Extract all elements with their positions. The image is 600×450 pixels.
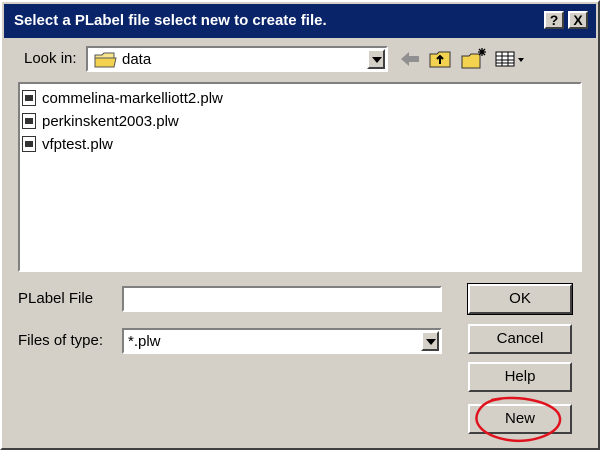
ok-button[interactable]: OK	[467, 283, 573, 315]
files-of-type-dropdown[interactable]: *.plw	[122, 328, 442, 354]
files-of-type-value: *.plw	[128, 333, 161, 350]
close-button[interactable]: X	[568, 11, 588, 29]
title-bar[interactable]: Select a PLabel file select new to creat…	[4, 4, 596, 38]
plabel-file-label: PLabel File	[18, 290, 94, 307]
look-in-value: data	[122, 51, 152, 68]
file-name: commelina-markelliott2.plw	[42, 90, 223, 107]
view-menu-icon[interactable]	[494, 46, 530, 72]
look-in-label: Look in:	[24, 50, 77, 67]
plabel-file-input[interactable]	[122, 286, 442, 312]
files-of-type-label: Files of type:	[18, 332, 104, 349]
file-name: perkinskent2003.plw	[42, 113, 179, 130]
file-list[interactable]: commelina-markelliott2.plw perkinskent20…	[18, 82, 582, 272]
plw-file-icon	[22, 136, 36, 152]
list-item[interactable]: vfptest.plw	[22, 136, 113, 156]
up-folder-icon[interactable]	[428, 46, 454, 72]
highlight-ellipse	[475, 396, 562, 443]
new-folder-icon[interactable]	[460, 46, 488, 72]
help-title-button[interactable]: ?	[544, 11, 564, 29]
plw-file-icon	[22, 90, 36, 106]
chevron-down-icon[interactable]	[421, 331, 439, 351]
cancel-button[interactable]: Cancel	[468, 324, 572, 354]
list-item[interactable]: perkinskent2003.plw	[22, 113, 179, 133]
list-item[interactable]: commelina-markelliott2.plw	[22, 90, 223, 110]
plw-file-icon	[22, 113, 36, 129]
window-title: Select a PLabel file select new to creat…	[14, 12, 327, 29]
chevron-down-icon[interactable]	[367, 49, 385, 69]
folder-icon	[94, 52, 117, 68]
dialog-window: Select a PLabel file select new to creat…	[0, 0, 600, 450]
look-in-dropdown[interactable]: data	[86, 46, 388, 72]
help-button[interactable]: Help	[468, 362, 572, 392]
file-name: vfptest.plw	[42, 136, 113, 153]
back-arrow-icon[interactable]	[398, 46, 422, 72]
